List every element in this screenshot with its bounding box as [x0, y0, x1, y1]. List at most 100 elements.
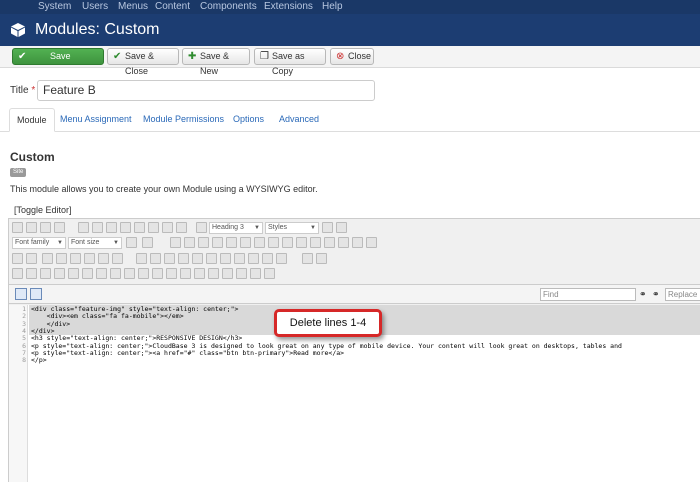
tab-module[interactable]: Module — [9, 108, 55, 132]
eraser-icon[interactable] — [322, 222, 333, 233]
menu-extensions[interactable]: Extensions — [264, 0, 313, 13]
spellcheck-icon[interactable] — [236, 268, 247, 279]
align-right-icon[interactable] — [162, 222, 173, 233]
menu-content[interactable]: Content — [155, 0, 190, 13]
subscript-icon[interactable] — [138, 268, 149, 279]
indent-icon[interactable] — [310, 237, 321, 248]
title-input[interactable]: Feature B — [37, 80, 375, 101]
anchor-icon[interactable] — [366, 237, 377, 248]
cell-props-icon[interactable] — [164, 253, 175, 264]
highlight-color-icon[interactable] — [142, 237, 153, 248]
font-family-select[interactable]: Font family ▼ — [12, 237, 66, 249]
align-center-icon[interactable] — [148, 222, 159, 233]
paste-icon[interactable] — [198, 237, 209, 248]
find-icon[interactable] — [240, 237, 251, 248]
nonbreaking-icon[interactable] — [250, 268, 261, 279]
save-as-copy-button[interactable]: ❐ Save as Copy — [254, 48, 326, 76]
font-size-select[interactable]: Font size ▼ — [68, 237, 122, 249]
paste-word-icon[interactable] — [226, 237, 237, 248]
split-cells-icon[interactable] — [262, 253, 273, 264]
wrap-lines-icon[interactable] — [30, 288, 42, 300]
help-icon[interactable] — [12, 222, 23, 233]
text-color-icon[interactable] — [126, 237, 137, 248]
replace-icon[interactable] — [254, 237, 265, 248]
insert-col-before-icon[interactable] — [220, 253, 231, 264]
insert-date-icon[interactable] — [40, 268, 51, 279]
menu-help[interactable]: Help — [322, 0, 343, 13]
format-select[interactable]: Heading 3 ▼ — [209, 222, 263, 234]
toggle-editor-link[interactable]: [Toggle Editor] — [14, 205, 72, 215]
print-icon[interactable] — [84, 253, 95, 264]
template-icon[interactable] — [222, 268, 233, 279]
fullscreen-icon[interactable] — [302, 253, 313, 264]
abbr-icon[interactable] — [68, 268, 79, 279]
syntax-highlight-icon[interactable] — [15, 288, 27, 300]
rtl-icon[interactable] — [26, 253, 37, 264]
indent-code-icon[interactable] — [45, 288, 57, 300]
redo-icon[interactable] — [54, 222, 65, 233]
format-painter-icon[interactable] — [336, 222, 347, 233]
table-icon[interactable] — [136, 253, 147, 264]
find-next-icon[interactable]: ⚭ — [639, 288, 649, 300]
page-break-icon[interactable] — [264, 268, 275, 279]
delete-row-icon[interactable] — [206, 253, 217, 264]
insert-col-after-icon[interactable] — [234, 253, 245, 264]
merge-cells-icon[interactable] — [276, 253, 287, 264]
preview-icon[interactable] — [98, 253, 109, 264]
find-input[interactable]: Find — [540, 288, 636, 301]
cut-icon[interactable] — [170, 237, 181, 248]
del-icon[interactable] — [110, 268, 121, 279]
underline-icon[interactable] — [106, 222, 117, 233]
align-justify-icon[interactable] — [176, 222, 187, 233]
acronym-icon[interactable] — [82, 268, 93, 279]
insert-row-before-icon[interactable] — [178, 253, 189, 264]
menu-menus[interactable]: Menus — [118, 0, 148, 13]
menu-system[interactable]: System — [38, 0, 71, 13]
paste-text-icon[interactable] — [212, 237, 223, 248]
row-props-icon[interactable] — [150, 253, 161, 264]
char-map-icon[interactable] — [166, 268, 177, 279]
tab-module-permissions[interactable]: Module Permissions — [143, 108, 224, 132]
hr-icon[interactable] — [12, 268, 23, 279]
strikethrough-icon[interactable] — [120, 222, 131, 233]
link-icon[interactable] — [338, 237, 349, 248]
find-prev-icon[interactable]: ⚭ — [652, 288, 662, 300]
save-new-button[interactable]: ✚ Save & New — [182, 48, 250, 76]
paragraph-icon[interactable] — [196, 222, 207, 233]
italic-icon[interactable] — [92, 222, 103, 233]
save-close-button[interactable]: ✔ Save & Close — [107, 48, 179, 76]
cite-icon[interactable] — [96, 268, 107, 279]
code-view-icon[interactable] — [56, 253, 67, 264]
tab-options[interactable]: Options — [233, 108, 264, 132]
align-left-icon[interactable] — [134, 222, 145, 233]
layer-icon[interactable] — [180, 268, 191, 279]
replace-input[interactable]: Replace — [665, 288, 700, 301]
insert-row-after-icon[interactable] — [192, 253, 203, 264]
ltr-icon[interactable] — [12, 253, 23, 264]
move-backward-icon[interactable] — [208, 268, 219, 279]
numbered-list-icon[interactable] — [282, 237, 293, 248]
insert-time-icon[interactable] — [54, 268, 65, 279]
close-button[interactable]: ⊗ Close — [330, 48, 374, 65]
superscript-icon[interactable] — [152, 268, 163, 279]
undo-icon[interactable] — [40, 222, 51, 233]
unlink-icon[interactable] — [352, 237, 363, 248]
media-icon[interactable] — [70, 253, 81, 264]
new-document-icon[interactable] — [26, 222, 37, 233]
delete-col-icon[interactable] — [248, 253, 259, 264]
emoticon-icon[interactable] — [112, 253, 123, 264]
blockquote-icon[interactable] — [324, 237, 335, 248]
styles-select[interactable]: Styles ▼ — [265, 222, 319, 234]
menu-users[interactable]: Users — [82, 0, 108, 13]
tab-advanced[interactable]: Advanced — [279, 108, 319, 132]
save-button[interactable]: ✔ Save — [12, 48, 104, 65]
copy-icon[interactable] — [184, 237, 195, 248]
outdent-icon[interactable] — [296, 237, 307, 248]
tab-menu-assignment[interactable]: Menu Assignment — [60, 108, 132, 132]
menu-components[interactable]: Components — [200, 0, 257, 13]
ins-icon[interactable] — [124, 268, 135, 279]
pilcrow-icon[interactable] — [26, 268, 37, 279]
image-icon[interactable] — [42, 253, 53, 264]
visual-aid-icon[interactable] — [316, 253, 327, 264]
move-forward-icon[interactable] — [194, 268, 205, 279]
